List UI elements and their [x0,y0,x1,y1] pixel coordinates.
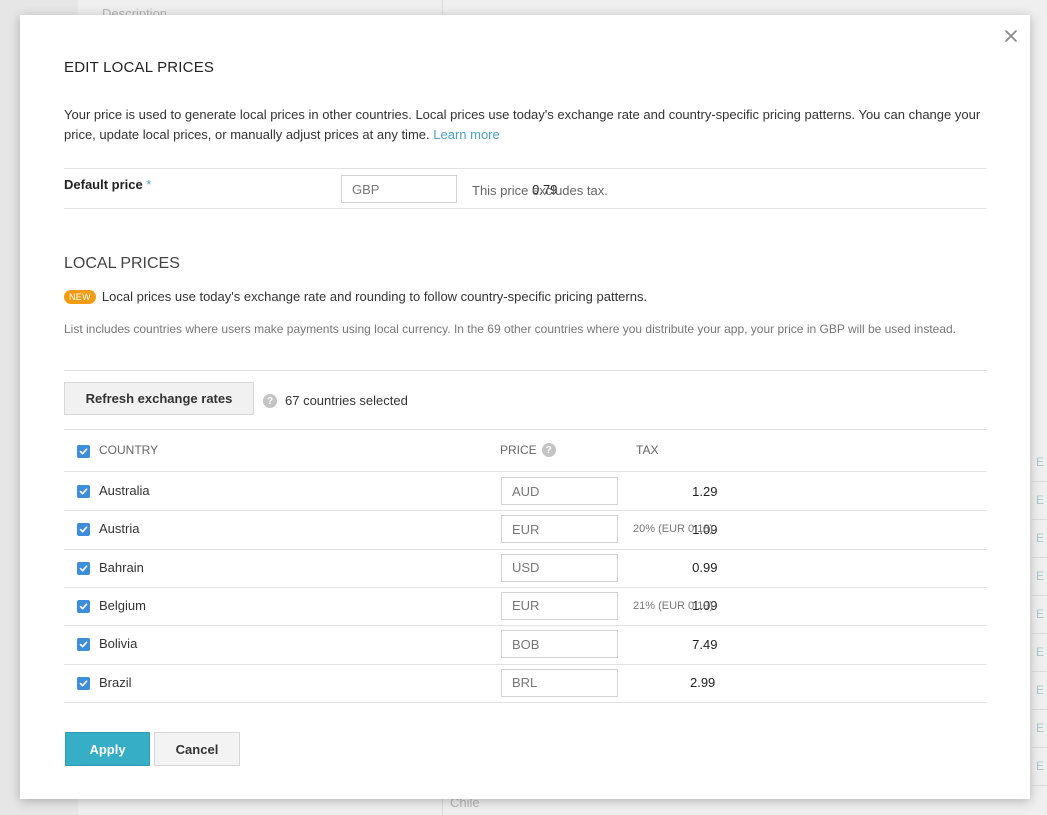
background-cell: E [1036,493,1045,507]
country-price-field[interactable]: EUR [501,591,725,620]
divider [64,663,987,665]
price-input[interactable] [539,559,725,577]
select-all-checkbox[interactable] [77,445,90,458]
divider [64,208,987,209]
country-name: Belgium [99,597,146,613]
price-currency: AUD [512,483,540,499]
price-input[interactable] [537,674,723,691]
column-header-tax: TAX [636,443,659,457]
price-currency: USD [512,560,540,576]
apply-button[interactable]: Apply [65,732,150,766]
help-icon[interactable]: ? [263,394,277,408]
price-input[interactable] [539,482,725,500]
divider [64,168,987,169]
divider [64,471,987,472]
divider [64,429,987,430]
background-row-line [1032,785,1047,786]
background-row-line [1032,481,1047,482]
row-checkbox[interactable] [77,676,90,690]
new-feature-notice: NEW Local prices use today's exchange ra… [64,289,647,304]
checkmark-icon [79,564,88,572]
background-row-line [1032,633,1047,634]
row-checkbox[interactable] [77,561,90,575]
divider [64,586,987,588]
divider [64,370,987,371]
background-row-line [1032,671,1047,672]
row-checkbox[interactable] [77,638,90,652]
country-name: Brazil [99,674,132,690]
checkmark-icon [79,526,88,533]
divider [64,548,987,550]
country-name: Bahrain [99,559,144,575]
country-price-field[interactable]: EUR [501,515,725,544]
new-feature-text: Local prices use today's exchange rate a… [101,289,648,304]
background-cell: E [1036,759,1045,773]
background-cell: E [1036,645,1045,659]
column-header-price-text: PRICE [500,443,537,457]
learn-more-link[interactable]: Learn more [433,127,499,142]
close-icon [1005,30,1017,42]
intro-text: Your price is used to generate local pri… [64,107,981,142]
checkmark-icon [79,679,88,686]
background-cell: E [1036,455,1045,469]
country-name: Bolivia [99,636,138,652]
refresh-exchange-rates-button[interactable]: Refresh exchange rates [64,382,254,415]
column-header-country: COUNTRY [99,443,159,457]
country-price-field[interactable]: BRL [501,668,723,697]
countries-list-note: List includes countries where users make… [64,322,957,336]
tax-value: 20% (EUR 0.18) [633,523,714,536]
background-cell: E [1036,683,1045,697]
background-row-line [1032,709,1047,710]
default-price-label-text: Default price [64,177,143,192]
background-row-line [1032,595,1047,596]
column-header-price: PRICE ? [500,443,556,457]
country-price-field[interactable]: USD [501,553,725,582]
row-checkbox[interactable] [77,599,90,613]
close-button[interactable] [1002,27,1020,45]
default-price-tax-note: This price excludes tax. [472,183,608,198]
background-row-line [1032,747,1047,748]
new-badge: NEW [64,289,96,304]
background-cell: E [1036,721,1045,735]
background-row-line [1032,557,1047,558]
price-currency: BOB [512,636,540,652]
background-cell: E [1036,531,1045,545]
row-checkbox[interactable] [77,523,90,537]
divider [64,701,987,703]
country-name: Austria [99,521,140,537]
cancel-button[interactable]: Cancel [154,732,240,766]
checkmark-icon [79,448,88,455]
help-icon[interactable]: ? [541,443,556,457]
default-price-currency: GBP [352,181,380,197]
row-checkbox[interactable] [77,485,90,498]
tax-value: 21% (EUR 0.19) [633,599,714,612]
background-cell: E [1036,569,1045,583]
default-price-label: Default price * [64,177,151,192]
checkmark-icon [79,603,88,610]
dialog-intro: Your price is used to generate local pri… [64,105,994,145]
checkmark-icon [79,488,88,495]
local-prices-title: LOCAL PRICES [64,255,180,272]
background-row-line [1032,519,1047,520]
price-currency: BRL [512,675,538,690]
divider [64,510,987,512]
default-price-field[interactable]: GBP [341,175,565,203]
country-price-field[interactable]: BOB [501,630,725,659]
price-currency: EUR [512,598,540,614]
edit-local-prices-dialog: EDIT LOCAL PRICES Your price is used to … [20,15,1030,799]
country-price-field[interactable]: AUD [501,477,725,505]
price-currency: EUR [512,521,540,537]
required-mark: * [146,177,152,192]
divider [64,625,987,627]
country-name: Australia [99,483,150,498]
checkmark-icon [79,641,88,648]
dialog-title: EDIT LOCAL PRICES [64,59,215,76]
background-cell: E [1036,607,1045,621]
price-input[interactable] [539,635,725,653]
countries-selected-count: 67 countries selected [285,393,408,408]
